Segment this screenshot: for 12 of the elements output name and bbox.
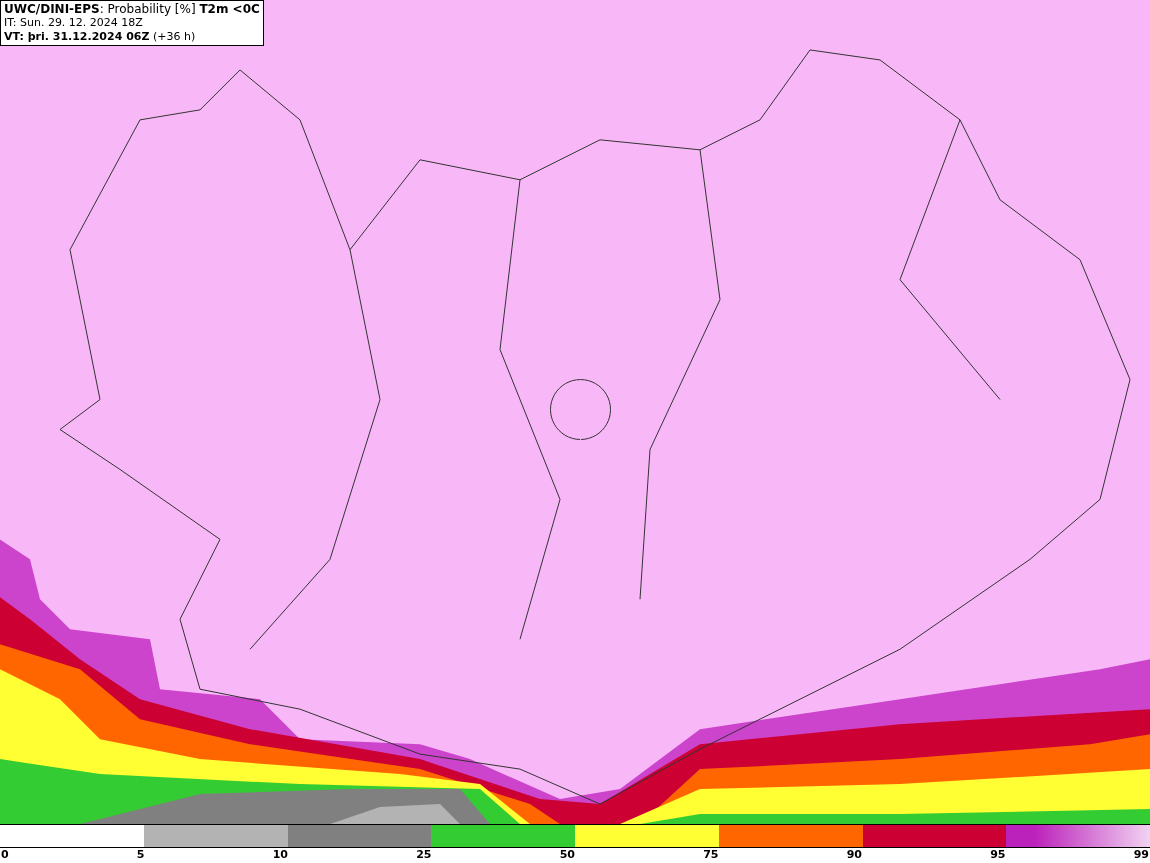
scale-label: 50 <box>559 848 575 863</box>
scale-label: 10 <box>272 848 288 863</box>
scale-label: 90 <box>846 848 862 863</box>
info-text: UWC/DINI-EPS: Probability [%] T2m <0C <box>4 2 260 16</box>
scale-label: 0 <box>1 848 9 863</box>
info-text: VT: þri. 31.12.2024 06Z (+36 h) <box>4 30 197 44</box>
scale-label: 75 <box>703 848 719 863</box>
scale-label: 5 <box>136 848 145 863</box>
scale-label: 25 <box>416 848 432 863</box>
scale-label: 95 <box>990 848 1006 863</box>
scale-label: 99 <box>1133 848 1149 863</box>
info-text: IT: Sun. 29. 12. 2024 18Z <box>4 16 144 30</box>
